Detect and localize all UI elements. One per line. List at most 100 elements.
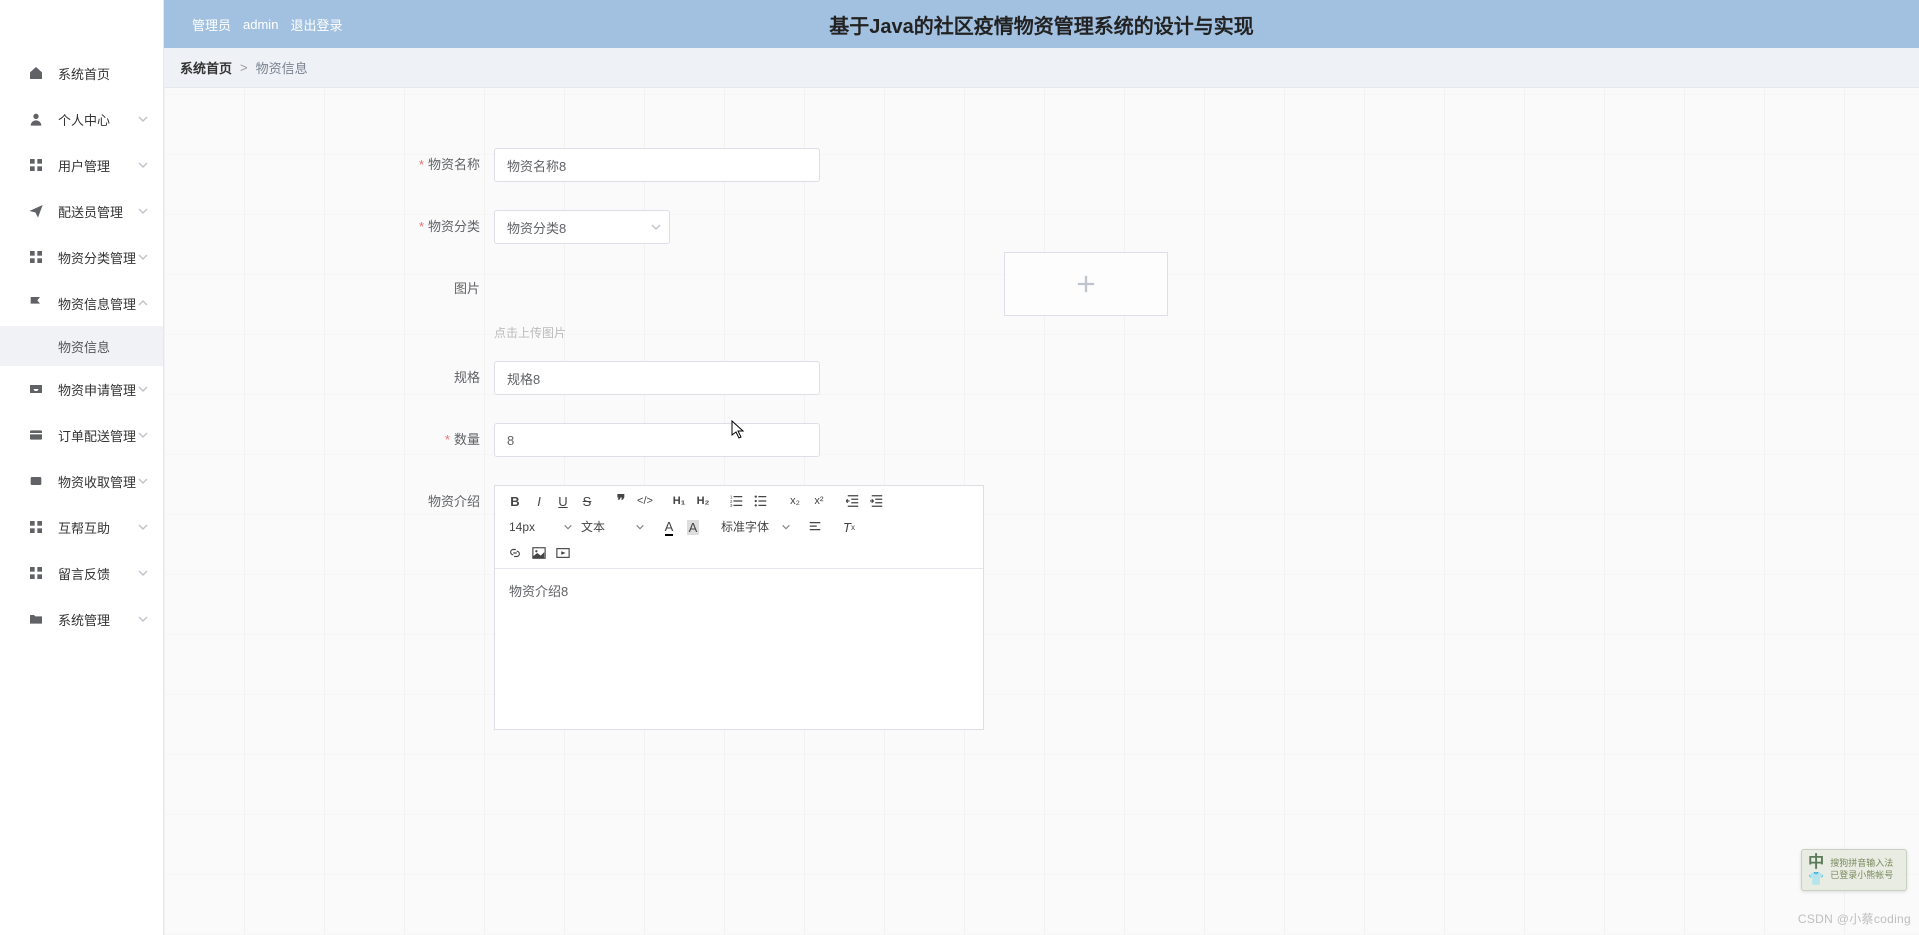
spec-input[interactable] bbox=[494, 361, 820, 395]
sidebar-item-order-delivery[interactable]: 订单配送管理 bbox=[0, 412, 163, 458]
code-button[interactable]: </> bbox=[633, 490, 657, 512]
card-icon bbox=[28, 427, 44, 443]
sidebar-item-profile[interactable]: 个人中心 bbox=[0, 96, 163, 142]
sidebar-item-material-info[interactable]: 物资信息管理 bbox=[0, 280, 163, 326]
sidebar-sub-label: 物资信息 bbox=[58, 337, 110, 356]
chevron-up-icon bbox=[137, 297, 149, 309]
chevron-down-icon bbox=[137, 159, 149, 171]
text-color-button[interactable]: A bbox=[657, 516, 681, 538]
sidebar-item-label: 物资收取管理 bbox=[58, 472, 136, 491]
sidebar-item-help[interactable]: 互帮互助 bbox=[0, 504, 163, 550]
row-category: 物资分类 bbox=[284, 210, 1264, 244]
chevron-down-icon bbox=[137, 205, 149, 217]
sidebar-sub-material-info[interactable]: 物资信息 bbox=[0, 326, 163, 366]
row-spec: 规格 bbox=[284, 361, 1264, 395]
superscript-button[interactable]: x² bbox=[807, 490, 831, 512]
ime-text: 搜狗拼音输入法 已登录小熊帐号 bbox=[1830, 858, 1900, 881]
sidebar-item-users[interactable]: 用户管理 bbox=[0, 142, 163, 188]
indent-button[interactable] bbox=[865, 490, 889, 512]
block-type-select[interactable]: 文本 bbox=[575, 516, 647, 538]
sidebar-item-label: 配送员管理 bbox=[58, 202, 123, 221]
user-icon bbox=[28, 111, 44, 127]
row-image-tip: 点击上传图片 bbox=[284, 324, 1264, 341]
align-button[interactable] bbox=[803, 516, 827, 538]
strike-button[interactable]: S bbox=[575, 490, 599, 512]
chevron-down-icon bbox=[137, 521, 149, 533]
sidebar-item-delivery[interactable]: 配送员管理 bbox=[0, 188, 163, 234]
grid-icon bbox=[28, 519, 44, 535]
font-size-select[interactable]: 14px bbox=[503, 516, 575, 538]
label-image: 图片 bbox=[284, 272, 494, 306]
row-image: 图片 bbox=[284, 272, 1264, 316]
chevron-down-icon bbox=[137, 429, 149, 441]
ime-mode: 中 bbox=[1808, 855, 1824, 871]
row-quantity: 数量 bbox=[284, 423, 1264, 457]
dot-icon bbox=[28, 473, 44, 489]
sidebar-item-collect[interactable]: 物资收取管理 bbox=[0, 458, 163, 504]
chevron-down-icon bbox=[137, 475, 149, 487]
label-material-name: 物资名称 bbox=[284, 148, 494, 182]
subscript-button[interactable]: x₂ bbox=[783, 490, 807, 512]
sidebar-item-label: 物资申请管理 bbox=[58, 380, 136, 399]
grid-icon bbox=[28, 249, 44, 265]
home-icon bbox=[28, 65, 44, 81]
ime-widget[interactable]: 中 👕 搜狗拼音输入法 已登录小熊帐号 bbox=[1801, 849, 1907, 891]
main: 管理员 admin 退出登录 基于Java的社区疫情物资管理系统的设计与实现 系… bbox=[164, 0, 1919, 935]
sidebar-item-label: 订单配送管理 bbox=[58, 426, 136, 445]
image-button[interactable] bbox=[527, 542, 551, 564]
sidebar-item-home[interactable]: 系统首页 bbox=[0, 50, 163, 96]
quote-button[interactable]: ❞ bbox=[609, 490, 633, 512]
label-intro: 物资介绍 bbox=[284, 485, 494, 519]
sidebar-item-category[interactable]: 物资分类管理 bbox=[0, 234, 163, 280]
chevron-down-icon bbox=[650, 221, 662, 233]
h1-button[interactable]: H₁ bbox=[667, 490, 691, 512]
sidebar-item-system[interactable]: 系统管理 bbox=[0, 596, 163, 642]
grid-icon bbox=[28, 565, 44, 581]
chevron-down-icon bbox=[137, 251, 149, 263]
breadcrumb-home[interactable]: 系统首页 bbox=[180, 58, 232, 77]
sidebar-item-label: 物资分类管理 bbox=[58, 248, 136, 267]
sidebar-item-label: 互帮互助 bbox=[58, 518, 110, 537]
breadcrumb-current: 物资信息 bbox=[256, 58, 308, 77]
sidebar-item-label: 用户管理 bbox=[58, 156, 110, 175]
category-select-value[interactable] bbox=[494, 210, 670, 244]
bg-color-button[interactable]: A bbox=[681, 516, 705, 538]
material-name-input[interactable] bbox=[494, 148, 820, 182]
quantity-input[interactable] bbox=[494, 423, 820, 457]
app-title: 基于Java的社区疫情物资管理系统的设计与实现 bbox=[164, 10, 1919, 39]
sidebar-item-apply[interactable]: 物资申请管理 bbox=[0, 366, 163, 412]
clear-format-button[interactable]: Tx bbox=[837, 516, 861, 538]
form: 物资名称 物资分类 图片 bbox=[284, 148, 1264, 730]
sidebar-item-label: 系统管理 bbox=[58, 610, 110, 629]
upload-box[interactable] bbox=[1004, 252, 1168, 316]
label-category: 物资分类 bbox=[284, 210, 494, 244]
underline-button[interactable]: U bbox=[551, 490, 575, 512]
category-select[interactable] bbox=[494, 210, 670, 244]
grid-icon bbox=[28, 157, 44, 173]
upload-tip: 点击上传图片 bbox=[494, 326, 566, 340]
ol-button[interactable]: 123 bbox=[725, 490, 749, 512]
editor-body[interactable]: 物资介绍8 bbox=[495, 569, 983, 729]
chevron-down-icon bbox=[137, 613, 149, 625]
chevron-down-icon bbox=[137, 567, 149, 579]
chevron-down-icon bbox=[137, 383, 149, 395]
user-role-label: 管理员 bbox=[192, 15, 231, 34]
link-button[interactable] bbox=[503, 542, 527, 564]
bold-button[interactable]: B bbox=[503, 490, 527, 512]
outdent-button[interactable] bbox=[841, 490, 865, 512]
video-button[interactable] bbox=[551, 542, 575, 564]
sidebar-item-label: 系统首页 bbox=[58, 64, 110, 83]
ul-button[interactable] bbox=[749, 490, 773, 512]
breadcrumb: 系统首页 > 物资信息 bbox=[164, 48, 1919, 88]
content: 物资名称 物资分类 图片 bbox=[164, 88, 1919, 935]
watermark: CSDN @小蔡coding bbox=[1798, 910, 1911, 927]
italic-button[interactable]: I bbox=[527, 490, 551, 512]
logout-link[interactable]: 退出登录 bbox=[290, 15, 342, 34]
sidebar-item-label: 个人中心 bbox=[58, 110, 110, 129]
header: 管理员 admin 退出登录 基于Java的社区疫情物资管理系统的设计与实现 bbox=[164, 0, 1919, 48]
rich-editor: B I U S ❞ </> H₁ H₂ bbox=[494, 485, 984, 730]
h2-button[interactable]: H₂ bbox=[691, 490, 715, 512]
sidebar-item-feedback[interactable]: 留言反馈 bbox=[0, 550, 163, 596]
flag-icon bbox=[28, 295, 44, 311]
font-family-select[interactable]: 标准字体 bbox=[715, 516, 793, 538]
